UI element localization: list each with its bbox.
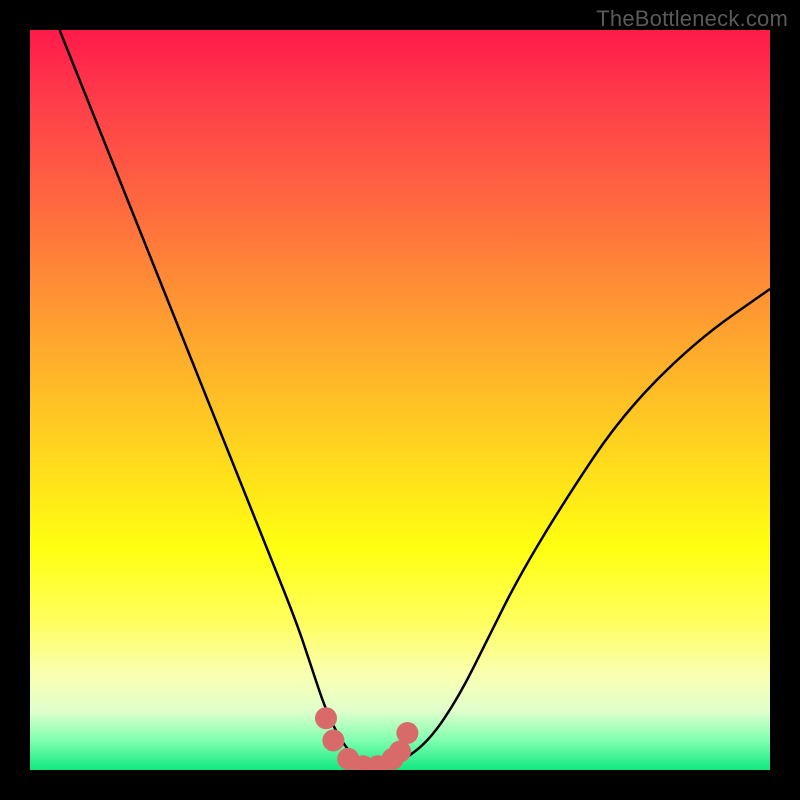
bottleneck-curve [60, 30, 770, 766]
watermark-text: TheBottleneck.com [596, 6, 788, 32]
highlight-dot [322, 729, 344, 751]
chart-svg [30, 30, 770, 770]
highlight-dot [315, 707, 337, 729]
highlight-dots [315, 707, 418, 770]
highlight-dot [396, 722, 418, 744]
chart-background [30, 30, 770, 770]
